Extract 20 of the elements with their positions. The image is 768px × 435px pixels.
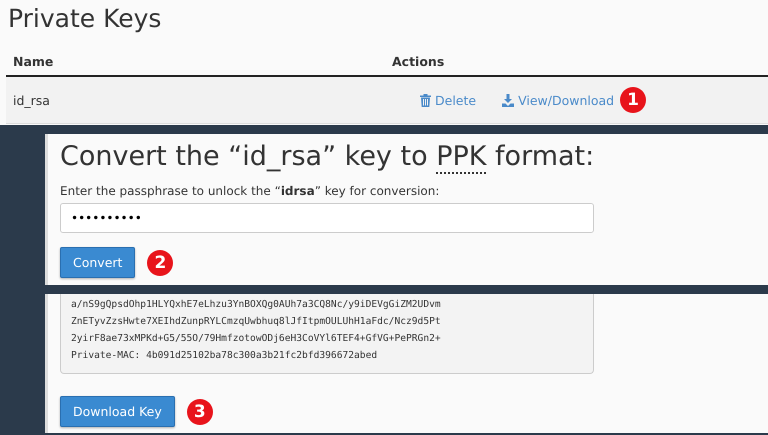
- key-text-line: Private-MAC: 4b091d25102ba78c300a3b21fc2bfd396672abed: [71, 349, 378, 363]
- column-header: Actions: [392, 54, 444, 68]
- trash-icon: [420, 94, 431, 106]
- download-key-button[interactable]: Download Key: [60, 396, 175, 427]
- step-badge: 2: [147, 250, 174, 276]
- download-icon: [502, 94, 514, 106]
- download-link[interactable]: View/Download: [502, 92, 614, 108]
- page-title: Private Keys: [7, 3, 162, 35]
- delete-link[interactable]: Delete: [420, 92, 476, 108]
- key-text-line: ZnETyvZzsHwte7XEIhdZunpRYLCmzqUwbhuq8lJfItpmOULUhH1aFdc/Ncz9d5Pt: [71, 315, 442, 329]
- step-badge: 1: [620, 87, 646, 113]
- key-text-line: a/nS9gQpsdOhp1HLYQxhE7eLhzu3YnBOXQg0AUh7a3CQ8Nc/y9iDEVgGiZM2UDvm: [71, 298, 442, 312]
- key-text-line: 2yirF8ae73xMPKd+G5/55O/79HmfzotowODj6eH3CoVYl6TEF4+GfVG+PePRGn2+: [71, 332, 442, 346]
- step-badge: 3: [186, 398, 213, 424]
- passphrase-field[interactable]: ••••••••••: [60, 203, 594, 233]
- column-header: Name: [12, 54, 54, 68]
- table-cell-text: id_rsa: [12, 92, 51, 108]
- convert-button[interactable]: Convert: [60, 247, 136, 278]
- passphrase-label: Enter the passphrase to unlock the “idrsa” key for conversion:: [60, 184, 440, 198]
- section-heading: Convert the “id_rsa” key to PPK format:: [60, 140, 596, 174]
